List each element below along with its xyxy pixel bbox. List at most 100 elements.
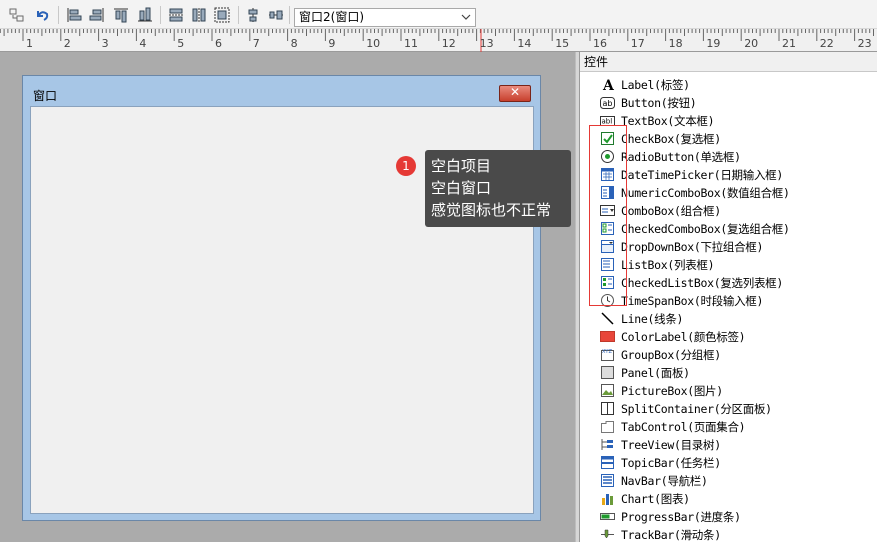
control-item-label: ComboBox(组合框) xyxy=(621,204,721,218)
window-selector-value: 窗口2(窗口) xyxy=(299,10,364,24)
button-icon: ab xyxy=(600,95,615,110)
annotation-highlight-box xyxy=(589,125,627,306)
svg-text:A: A xyxy=(602,78,615,92)
ruler-number: 12 xyxy=(441,37,456,50)
control-item-label: TreeView(目录树) xyxy=(621,438,721,452)
control-item-navbar[interactable]: NavBar(导航栏) xyxy=(580,472,877,490)
topicbar-icon xyxy=(600,455,615,470)
control-item-label: DropDownBox(下拉组合框) xyxy=(621,240,764,254)
control-item-tabcontrol[interactable]: TabControl(页面集合) xyxy=(580,418,877,436)
toolbar: 窗口2(窗口) xyxy=(0,0,877,29)
center-horizontal-icon[interactable] xyxy=(268,7,284,23)
colorlabel-icon xyxy=(600,329,615,344)
window-selector-dropdown[interactable]: 窗口2(窗口) xyxy=(294,8,476,27)
control-item-label: ColorLabel(颜色标签) xyxy=(621,330,746,344)
center-vertical-icon[interactable] xyxy=(245,7,261,23)
ruler-number: 21 xyxy=(782,37,796,50)
ruler-number: 15 xyxy=(555,37,570,50)
toolbar-separator xyxy=(58,6,59,24)
control-item-label[interactable]: A Label(标签) xyxy=(580,76,877,94)
same-size-icon[interactable] xyxy=(214,7,230,23)
ruler-number: 18 xyxy=(668,37,683,50)
align-bottom-icon[interactable] xyxy=(137,7,153,23)
control-item-label: Panel(面板) xyxy=(621,366,690,380)
control-item-panel[interactable]: Panel(面板) xyxy=(580,364,877,382)
control-item-progressbar[interactable]: ProgressBar(进度条) xyxy=(580,508,877,526)
annotation-line: 空白窗口 xyxy=(431,179,492,197)
control-item-label: TabControl(页面集合) xyxy=(621,420,746,434)
control-item-label: TrackBar(滑动条) xyxy=(621,528,721,542)
control-item-label: CheckedComboBox(复选组合框) xyxy=(621,222,790,236)
same-height-icon[interactable] xyxy=(191,7,207,23)
control-item-treeview[interactable]: TreeView(目录树) xyxy=(580,436,877,454)
annotation-line: 感觉图标也不正常 xyxy=(431,201,552,219)
control-item-label: RadioButton(单选框) xyxy=(621,150,741,164)
groupbox-icon: XYZ xyxy=(600,347,615,362)
toolbar-separator xyxy=(289,6,290,24)
ruler-number: 5 xyxy=(177,37,185,50)
ruler-number: 13 xyxy=(479,37,494,50)
ruler-number: 17 xyxy=(630,37,645,50)
undo-icon[interactable] xyxy=(34,7,50,23)
ruler-number: 11 xyxy=(404,37,418,50)
control-item-picturebox[interactable]: PictureBox(图片) xyxy=(580,382,877,400)
svg-text:XYZ: XYZ xyxy=(602,349,612,355)
tabcontrol-icon xyxy=(600,419,615,434)
annotation-line: 空白项目 xyxy=(431,157,492,175)
ruler-number: 22 xyxy=(819,37,834,50)
control-item-label: CheckBox(复选框) xyxy=(621,132,721,146)
ruler-number: 10 xyxy=(366,37,381,50)
control-item-line[interactable]: Line(线条) xyxy=(580,310,877,328)
ruler-number: 8 xyxy=(290,37,298,50)
control-item-label: Line(线条) xyxy=(621,312,684,326)
toolbar-separator xyxy=(160,6,161,24)
control-item-label: ProgressBar(进度条) xyxy=(621,510,741,524)
control-item-label: NavBar(导航栏) xyxy=(621,474,708,488)
ruler-number: 9 xyxy=(328,37,336,50)
close-icon: ✕ xyxy=(509,85,521,99)
control-item-label: DateTimePicker(日期输入框) xyxy=(621,168,783,182)
control-item-trackbar[interactable]: TrackBar(滑动条) xyxy=(580,526,877,542)
control-item-label: GroupBox(分组框) xyxy=(621,348,721,362)
panel-icon xyxy=(600,365,615,380)
control-item-label: TimeSpanBox(时段输入框) xyxy=(621,294,764,308)
form-close-button[interactable]: ✕ xyxy=(499,85,531,102)
progressbar-icon xyxy=(600,509,615,524)
trackbar-icon xyxy=(600,527,615,542)
ruler-number: 16 xyxy=(593,37,607,50)
align-right-icon[interactable] xyxy=(89,7,105,23)
ruler-number: 3 xyxy=(101,37,109,50)
control-item-chart[interactable]: Chart(图表) xyxy=(580,490,877,508)
control-item-label: TextBox(文本框) xyxy=(621,114,715,128)
control-item-button[interactable]: ab Button(按钮) xyxy=(580,94,877,112)
designed-form[interactable]: 窗口 ✕ xyxy=(22,75,541,521)
control-item-splitcontainer[interactable]: SplitContainer(分区面板) xyxy=(580,400,877,418)
control-item-topicbar[interactable]: TopicBar(任务栏) xyxy=(580,454,877,472)
label-icon: A xyxy=(600,77,615,94)
control-item-label: Button(按钮) xyxy=(621,96,697,110)
toolbar-separator xyxy=(238,6,239,24)
control-item-colorlabel[interactable]: ColorLabel(颜色标签) xyxy=(580,328,877,346)
tab-order-icon[interactable] xyxy=(9,7,25,23)
controls-panel-title: 控件 xyxy=(580,52,877,72)
control-item-label: NumericComboBox(数值组合框) xyxy=(621,186,790,200)
align-top-icon[interactable] xyxy=(113,7,129,23)
control-item-label: SplitContainer(分区面板) xyxy=(621,402,772,416)
designer-window: 窗口2(窗口) 1 2 3 4 5 6 7 8 9 10 11 12 13 14 15 16 17 18 19 20 2… xyxy=(0,0,877,542)
control-item-label: Chart(图表) xyxy=(621,492,690,506)
same-width-icon[interactable] xyxy=(168,7,184,23)
ruler-number: 19 xyxy=(706,37,721,50)
annotation-callout: 空白项目 空白窗口 感觉图标也不正常 xyxy=(425,150,571,227)
control-item-label: ListBox(列表框) xyxy=(621,258,715,272)
ruler-number: 14 xyxy=(517,37,532,50)
align-left-icon[interactable] xyxy=(66,7,82,23)
annotation-badge: 1 xyxy=(396,156,416,176)
ruler-number: 20 xyxy=(744,37,759,50)
control-item-label: PictureBox(图片) xyxy=(621,384,723,398)
control-item-groupbox[interactable]: XYZ GroupBox(分组框) xyxy=(580,346,877,364)
ruler-number: 2 xyxy=(63,37,71,50)
horizontal-ruler: 1 2 3 4 5 6 7 8 9 10 11 12 13 14 15 16 17 18 19 20 21 22 23 xyxy=(0,29,877,52)
control-item-label: Label(标签) xyxy=(621,78,690,92)
form-title: 窗口 xyxy=(33,89,58,103)
ruler-number: 23 xyxy=(857,37,872,50)
